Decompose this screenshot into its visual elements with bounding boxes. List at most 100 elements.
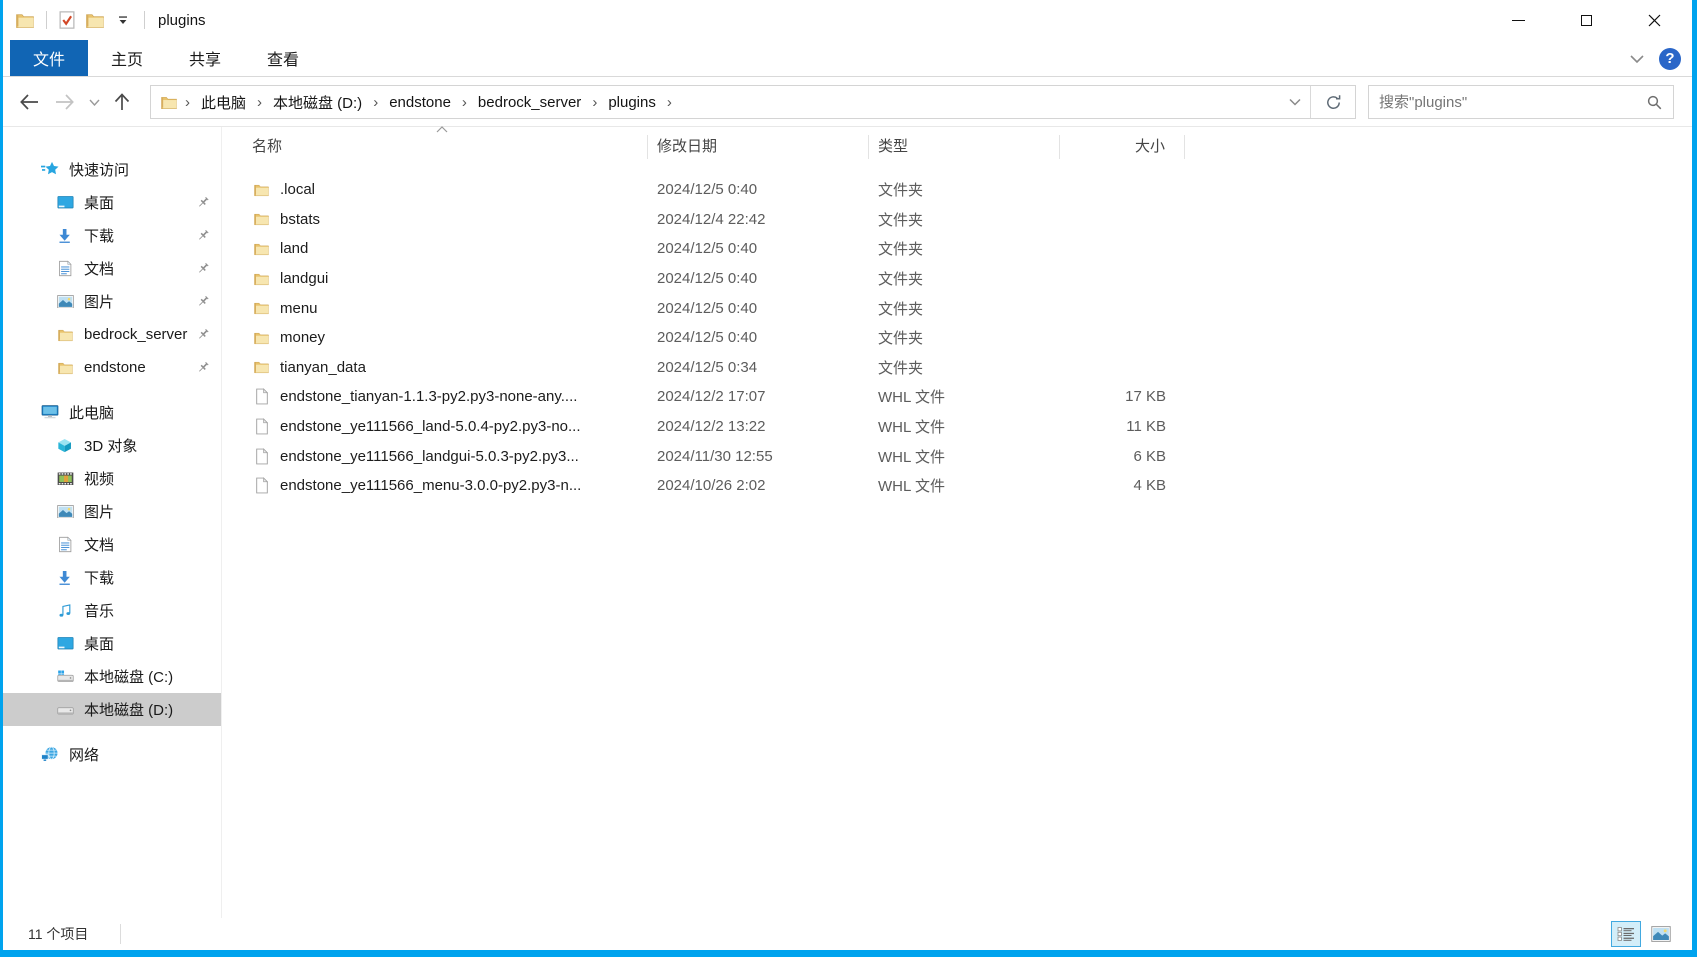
file-name-cell: endstone_ye111566_menu-3.0.0-py2.py3-n..…: [236, 477, 648, 494]
help-icon[interactable]: ?: [1659, 48, 1681, 70]
ribbon-tab[interactable]: 共享: [166, 40, 244, 76]
sidebar-item[interactable]: endstone: [3, 351, 221, 384]
file-name: tianyan_data: [280, 359, 366, 376]
file-row[interactable]: endstone_ye111566_menu-3.0.0-py2.py3-n..…: [236, 471, 1692, 501]
file-row[interactable]: menu2024/12/5 0:40文件夹: [236, 293, 1692, 323]
sidebar-item[interactable]: 图片: [3, 495, 221, 528]
confirm-check-icon[interactable]: [56, 10, 78, 30]
breadcrumb-segment[interactable]: plugins: [604, 94, 660, 111]
pin-icon: [196, 361, 210, 375]
address-bar[interactable]: ›此电脑›本地磁盘 (D:)›endstone›bedrock_server›p…: [150, 85, 1356, 119]
sidebar-item-label: 音乐: [84, 600, 114, 621]
folder-icon: [252, 181, 270, 198]
file-row[interactable]: endstone_ye111566_land-5.0.4-py2.py3-no.…: [236, 412, 1692, 442]
sidebar-item[interactable]: 本地磁盘 (D:): [3, 693, 221, 726]
details-view-icon[interactable]: [1611, 921, 1641, 947]
sidebar-section-header[interactable]: 快速访问: [3, 153, 221, 186]
column-header-type[interactable]: 类型: [869, 135, 1060, 159]
breadcrumb-segment[interactable]: endstone: [385, 94, 455, 111]
history-chevron-icon[interactable]: [83, 85, 105, 119]
sidebar-section-header[interactable]: 此电脑: [3, 396, 221, 429]
file-date: 2024/12/2 17:07: [648, 388, 869, 405]
sidebar-item[interactable]: bedrock_server: [3, 318, 221, 351]
file-size: 4 KB: [1060, 477, 1185, 494]
file-name: land: [280, 240, 308, 257]
forward-icon[interactable]: [47, 85, 83, 119]
folder-icon[interactable]: [14, 10, 36, 30]
search-input[interactable]: [1369, 94, 1646, 111]
file-date: 2024/12/5 0:34: [648, 359, 869, 376]
breadcrumb-chevron-icon[interactable]: ›: [585, 94, 604, 111]
sidebar-item-label: endstone: [84, 359, 146, 376]
file-type: WHL 文件: [869, 416, 1060, 437]
ribbon-tab[interactable]: 查看: [244, 40, 322, 76]
file-row[interactable]: land2024/12/5 0:40文件夹: [236, 234, 1692, 264]
file-type: 文件夹: [869, 327, 1060, 348]
close-button[interactable]: [1620, 0, 1688, 40]
sidebar-item-label: 视频: [84, 468, 114, 489]
file-row[interactable]: endstone_ye111566_landgui-5.0.3-py2.py3.…: [236, 441, 1692, 471]
back-icon[interactable]: [11, 85, 47, 119]
sidebar-item[interactable]: 3D 对象: [3, 429, 221, 462]
breadcrumb-chevron-icon[interactable]: ›: [178, 94, 197, 111]
ribbon-tab[interactable]: 文件: [10, 40, 88, 76]
folder-icon: [56, 359, 74, 376]
ribbon-tab[interactable]: 主页: [88, 40, 166, 76]
file-row[interactable]: tianyan_data2024/12/5 0:34文件夹: [236, 353, 1692, 383]
sidebar-item[interactable]: 下载: [3, 219, 221, 252]
ribbon-collapse-chevron-icon[interactable]: [1629, 54, 1645, 64]
sidebar-item-label: 文档: [84, 534, 114, 555]
breadcrumb-segment[interactable]: 此电脑: [197, 92, 250, 113]
sidebar-section-label: 网络: [69, 744, 99, 765]
items-count: 11 个项目: [28, 924, 88, 944]
sidebar-item-label: 图片: [84, 291, 114, 312]
sidebar-section: 此电脑 3D 对象 视频 图片 文档 下载 音乐 桌面 本地磁盘 (C:) 本地…: [3, 396, 221, 726]
sidebar-item[interactable]: 视频: [3, 462, 221, 495]
file-row[interactable]: bstats2024/12/4 22:42文件夹: [236, 205, 1692, 235]
file-date: 2024/12/4 22:42: [648, 211, 869, 228]
sidebar-item[interactable]: 桌面: [3, 627, 221, 660]
sidebar-item[interactable]: 图片: [3, 285, 221, 318]
breadcrumb-chevron-icon[interactable]: ›: [366, 94, 385, 111]
file-name-cell: money: [236, 329, 648, 346]
sidebar-item[interactable]: 文档: [3, 528, 221, 561]
folder-icon[interactable]: [84, 10, 106, 30]
file-row[interactable]: .local2024/12/5 0:40文件夹: [236, 175, 1692, 205]
thumbnail-view-icon[interactable]: [1646, 921, 1676, 947]
breadcrumb-chevron-icon[interactable]: ›: [250, 94, 269, 111]
column-header-size[interactable]: 大小: [1060, 135, 1185, 159]
sidebar-item[interactable]: 文档: [3, 252, 221, 285]
sidebar-item[interactable]: 桌面: [3, 186, 221, 219]
maximize-button[interactable]: [1552, 0, 1620, 40]
address-dropdown-chevron-icon[interactable]: [1280, 86, 1310, 118]
file-row[interactable]: endstone_tianyan-1.1.3-py2.py3-none-any.…: [236, 382, 1692, 412]
pin-icon: [196, 328, 210, 342]
sidebar-item[interactable]: 下载: [3, 561, 221, 594]
qat-dropdown-icon[interactable]: [112, 10, 134, 30]
sidebar-item[interactable]: 音乐: [3, 594, 221, 627]
file-row[interactable]: money2024/12/5 0:40文件夹: [236, 323, 1692, 353]
up-icon[interactable]: [105, 85, 139, 119]
breadcrumb-chevron-icon[interactable]: ›: [660, 94, 679, 111]
refresh-icon[interactable]: [1310, 86, 1355, 118]
column-header-date[interactable]: 修改日期: [648, 135, 869, 159]
sidebar-item[interactable]: 本地磁盘 (C:): [3, 660, 221, 693]
breadcrumb-chevron-icon[interactable]: ›: [455, 94, 474, 111]
sidebar-item-label: 本地磁盘 (C:): [84, 666, 173, 687]
breadcrumb-segment[interactable]: bedrock_server: [474, 94, 585, 111]
sidebar-section-header[interactable]: 网络: [3, 738, 221, 771]
file-date: 2024/12/5 0:40: [648, 270, 869, 287]
column-header-name[interactable]: 名称: [236, 135, 648, 159]
file-row[interactable]: landgui2024/12/5 0:40文件夹: [236, 264, 1692, 294]
minimize-button[interactable]: [1484, 0, 1552, 40]
search-icon[interactable]: [1646, 94, 1663, 111]
file-date: 2024/12/5 0:40: [648, 181, 869, 198]
file-name: endstone_tianyan-1.1.3-py2.py3-none-any.…: [280, 388, 577, 405]
pictures-icon: [56, 293, 74, 310]
file-name-cell: endstone_tianyan-1.1.3-py2.py3-none-any.…: [236, 388, 648, 405]
network-icon: [41, 746, 59, 763]
breadcrumb-segment[interactable]: 本地磁盘 (D:): [269, 92, 366, 113]
file-name-cell: tianyan_data: [236, 359, 648, 376]
file-date: 2024/12/5 0:40: [648, 329, 869, 346]
sidebar-section: 网络: [3, 738, 221, 771]
